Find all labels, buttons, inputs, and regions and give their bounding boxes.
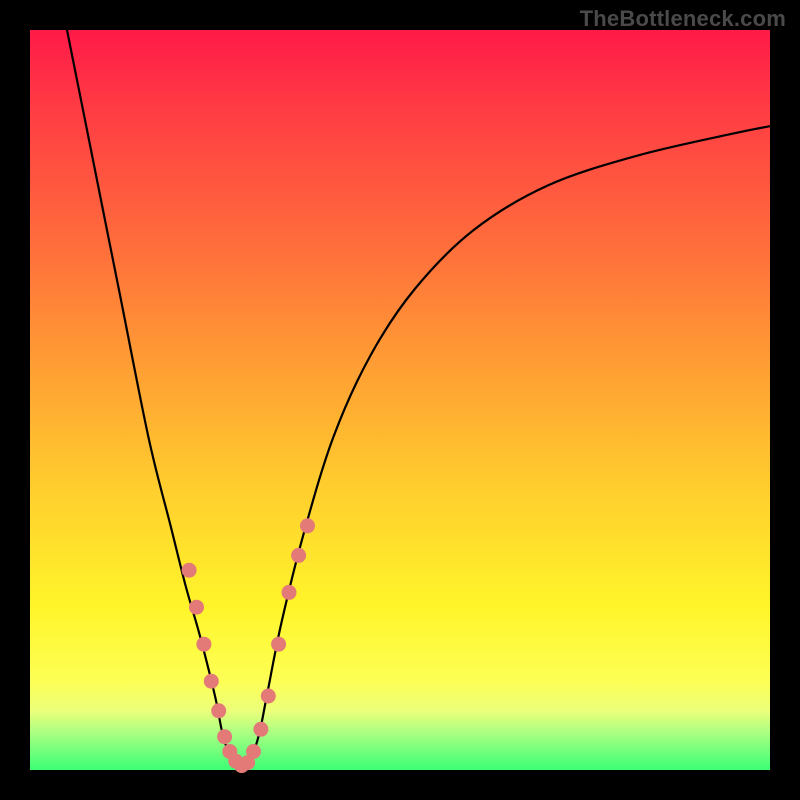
data-marker bbox=[246, 744, 261, 759]
curve-layer bbox=[30, 30, 770, 770]
data-marker bbox=[300, 518, 315, 533]
bottleneck-curve bbox=[67, 30, 770, 766]
data-marker bbox=[189, 600, 204, 615]
data-marker bbox=[271, 637, 286, 652]
data-marker bbox=[217, 729, 232, 744]
plot-area bbox=[30, 30, 770, 770]
chart-frame: TheBottleneck.com bbox=[0, 0, 800, 800]
watermark-text: TheBottleneck.com bbox=[580, 6, 786, 32]
data-marker bbox=[291, 548, 306, 563]
data-marker bbox=[261, 689, 276, 704]
data-marker bbox=[196, 637, 211, 652]
data-marker bbox=[253, 722, 268, 737]
marker-group bbox=[182, 518, 315, 773]
data-marker bbox=[211, 703, 226, 718]
data-marker bbox=[182, 563, 197, 578]
data-marker bbox=[282, 585, 297, 600]
data-marker bbox=[204, 674, 219, 689]
